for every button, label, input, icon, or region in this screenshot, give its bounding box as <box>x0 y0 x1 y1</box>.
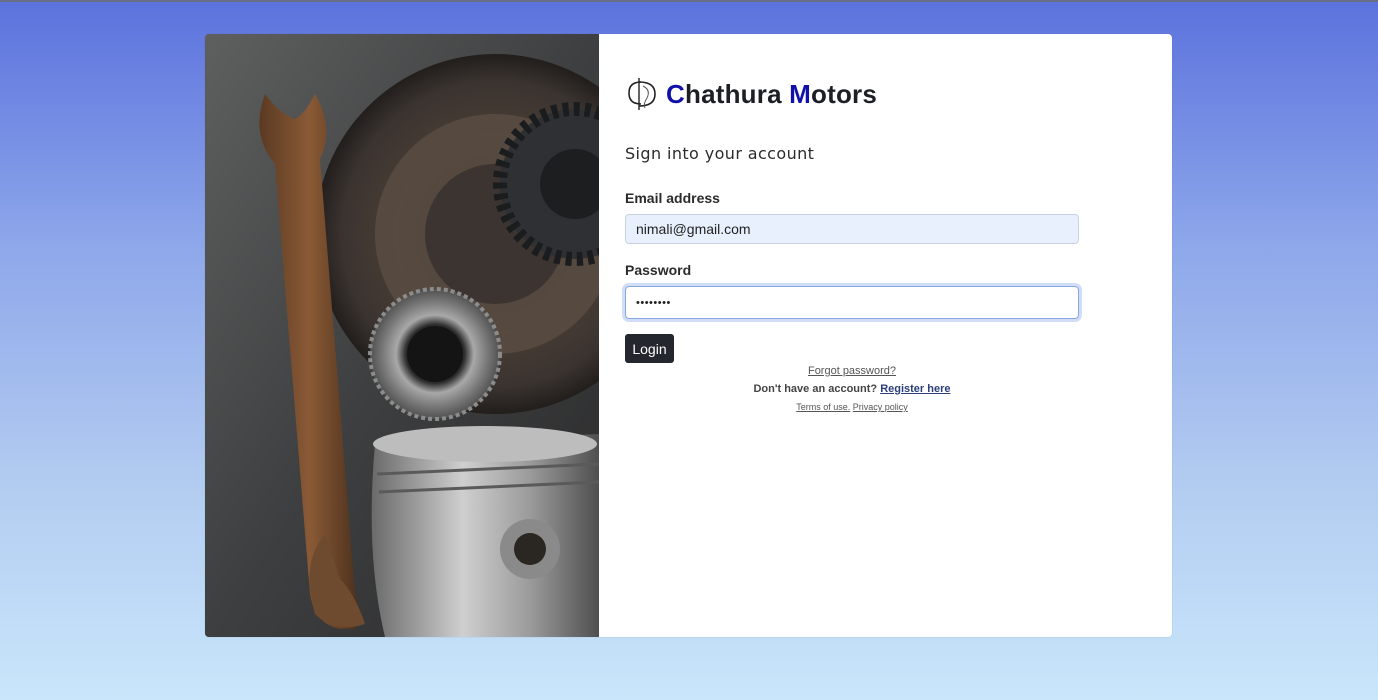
terms-link[interactable]: Terms of use. <box>796 402 850 412</box>
no-account-text: Don't have an account? <box>753 383 881 395</box>
legal-links: Terms of use. Privacy policy <box>625 401 1079 413</box>
car-parts-image <box>205 34 599 637</box>
top-border <box>0 0 1378 2</box>
brand-header: Chathura Motors <box>625 76 877 112</box>
login-button[interactable]: Login <box>625 334 674 363</box>
brand-initial-m: M <box>789 78 812 109</box>
register-link[interactable]: Register here <box>880 383 950 395</box>
brand-initial-c: C <box>666 78 685 109</box>
email-input[interactable] <box>625 214 1079 244</box>
cd-monogram-logo-icon <box>628 78 656 110</box>
email-label: Email address <box>625 190 720 206</box>
brand-text-otors: otors <box>811 78 878 109</box>
brand-text-hathura: hathura <box>684 78 790 109</box>
brand-name: Chathura Motors <box>666 79 877 110</box>
login-card: Chathura Motors Sign into your account E… <box>205 34 1172 637</box>
password-input[interactable] <box>625 286 1079 319</box>
auth-links: Forgot password? Don't have an account? … <box>625 363 1079 413</box>
privacy-link[interactable]: Privacy policy <box>853 402 908 412</box>
login-form-panel: Chathura Motors Sign into your account E… <box>599 34 1172 637</box>
password-label: Password <box>625 262 692 278</box>
forgot-password-link[interactable]: Forgot password? <box>625 363 1079 378</box>
sign-in-heading: Sign into your account <box>625 144 815 163</box>
register-line: Don't have an account? Register here <box>625 382 1079 396</box>
